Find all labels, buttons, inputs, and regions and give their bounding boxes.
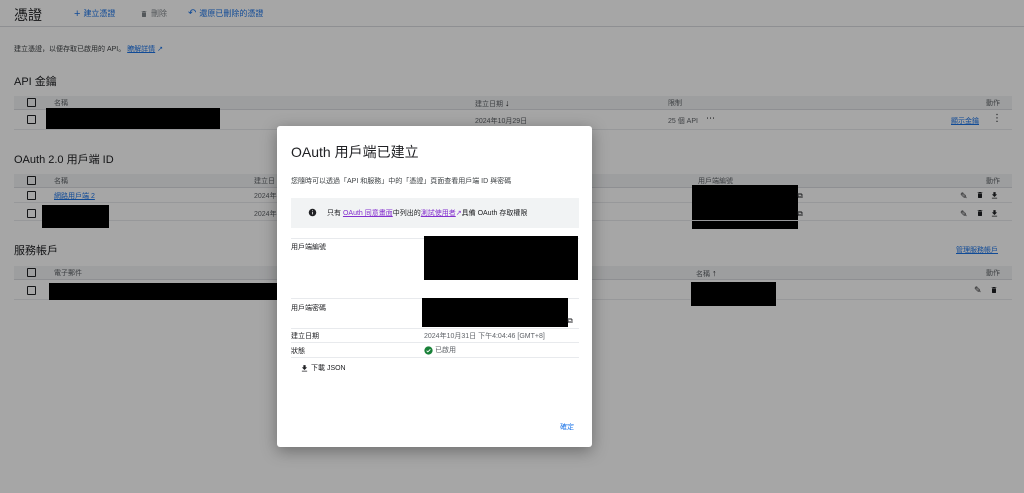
copy-icon[interactable]: ⧉ [567,316,573,326]
test-users-link[interactable]: 測試使用者 [421,210,456,217]
dialog-description: 您隨時可以透過「API 和服務」中的「憑證」頁面查看用戶端 ID 與密碼 [291,178,512,185]
divider [291,357,579,358]
consent-screen-link[interactable]: OAuth 同意畫面 [343,210,393,217]
dialog-title: OAuth 用戶端已建立 [291,144,419,160]
status-label: 狀態 [291,348,305,355]
created-date-value: 2024年10月31日 下午4:04:46 [GMT+8] [424,333,545,340]
info-text: 只有 OAuth 同意畫面中列出的測試使用者↗具備 OAuth 存取權限 [327,210,528,217]
divider [291,342,579,343]
status-value: 已啟用 [424,345,456,355]
redacted-client-secret [422,298,568,327]
redacted-client-id [424,236,578,280]
client-id-label: 用戶端編號 [291,244,326,251]
ok-button[interactable]: 確定 [560,422,574,432]
client-secret-label: 用戶端密碼 [291,305,326,312]
download-icon [300,364,309,373]
download-json-button[interactable]: 下載 JSON [300,363,346,373]
oauth-created-dialog: OAuth 用戶端已建立 您隨時可以透過「API 和服務」中的「憑證」頁面查看用… [277,126,592,447]
info-banner: 只有 OAuth 同意畫面中列出的測試使用者↗具備 OAuth 存取權限 [291,198,579,228]
info-icon [308,208,317,217]
divider [291,328,579,329]
created-date-label: 建立日期 [291,333,319,340]
check-circle-icon [424,345,433,355]
